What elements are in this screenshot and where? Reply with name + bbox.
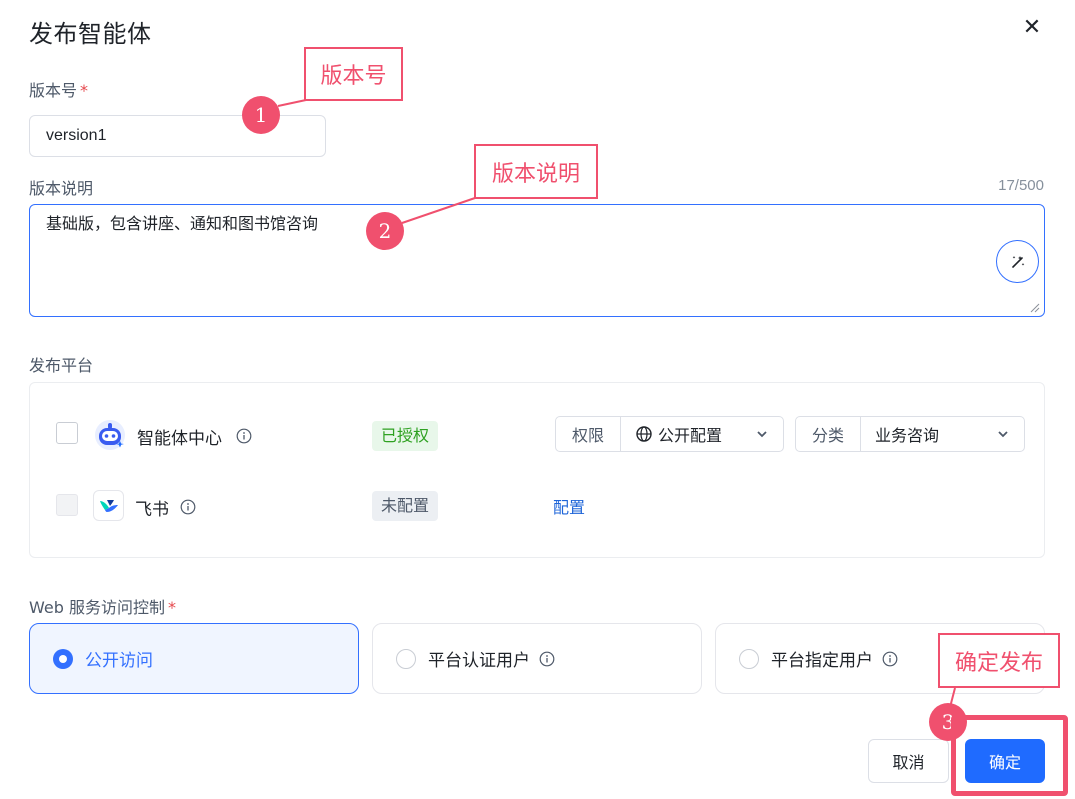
info-icon[interactable] xyxy=(882,651,898,667)
platform-list xyxy=(29,382,1045,558)
unconfigured-status-badge: 未配置 xyxy=(372,491,439,521)
globe-icon xyxy=(636,426,652,442)
platform-label: 发布平台 xyxy=(29,356,94,375)
category-select[interactable]: 分类 业务咨询 xyxy=(795,416,1025,452)
permission-select[interactable]: 权限 公开配置 xyxy=(555,416,784,452)
permission-label: 权限 xyxy=(556,417,622,451)
feishu-checkbox[interactable] xyxy=(56,494,78,516)
agent-center-name: 智能体中心 xyxy=(137,429,222,449)
category-value: 业务咨询 xyxy=(875,426,940,445)
category-label: 分类 xyxy=(796,417,862,451)
annotation-label: 版本说明 xyxy=(474,144,598,199)
description-label: 版本说明 xyxy=(29,179,94,198)
permission-value: 公开配置 xyxy=(658,426,723,445)
version-label: 版本号 * xyxy=(29,81,89,100)
annotation-label: 版本号 xyxy=(304,47,403,101)
feishu-name: 飞书 xyxy=(135,500,169,520)
agent-center-logo xyxy=(94,419,126,451)
authorized-status-badge: 已授权 xyxy=(372,421,439,451)
description-textarea[interactable]: 基础版，包含讲座、通知和图书馆咨询 xyxy=(29,204,1045,317)
magic-wand-icon[interactable] xyxy=(996,240,1039,283)
info-icon[interactable] xyxy=(180,499,196,515)
char-counter: 17/500 xyxy=(998,177,1044,194)
annotation-marker: 2 xyxy=(366,212,404,250)
version-input[interactable] xyxy=(29,115,326,157)
access-option-authenticated[interactable]: 平台认证用户 xyxy=(372,623,702,694)
radio-icon xyxy=(739,648,759,669)
configure-link[interactable]: 配置 xyxy=(553,494,585,518)
info-icon[interactable] xyxy=(539,651,555,667)
web-access-label: Web 服务访问控制 * xyxy=(29,598,176,617)
annotation-highlight-frame xyxy=(951,715,1068,796)
feishu-logo xyxy=(93,490,124,521)
resize-handle-icon[interactable] xyxy=(1030,303,1040,313)
info-icon[interactable] xyxy=(236,428,252,444)
cancel-button[interactable]: 取消 xyxy=(868,739,949,783)
required-mark: * xyxy=(167,598,176,617)
annotation-label: 确定发布 xyxy=(938,633,1060,688)
close-icon[interactable]: ✕ xyxy=(1020,14,1044,42)
dialog-title: 发布智能体 xyxy=(29,20,152,48)
annotation-marker: 1 xyxy=(242,96,280,134)
access-option-public[interactable]: 公开访问 xyxy=(29,623,359,694)
description-text: 基础版，包含讲座、通知和图书馆咨询 xyxy=(46,214,319,233)
required-mark: * xyxy=(80,81,89,100)
chevron-down-icon xyxy=(996,427,1010,441)
chevron-down-icon xyxy=(755,427,769,441)
radio-selected-icon xyxy=(53,648,73,669)
agent-center-checkbox[interactable] xyxy=(56,422,78,444)
radio-icon xyxy=(396,648,416,669)
